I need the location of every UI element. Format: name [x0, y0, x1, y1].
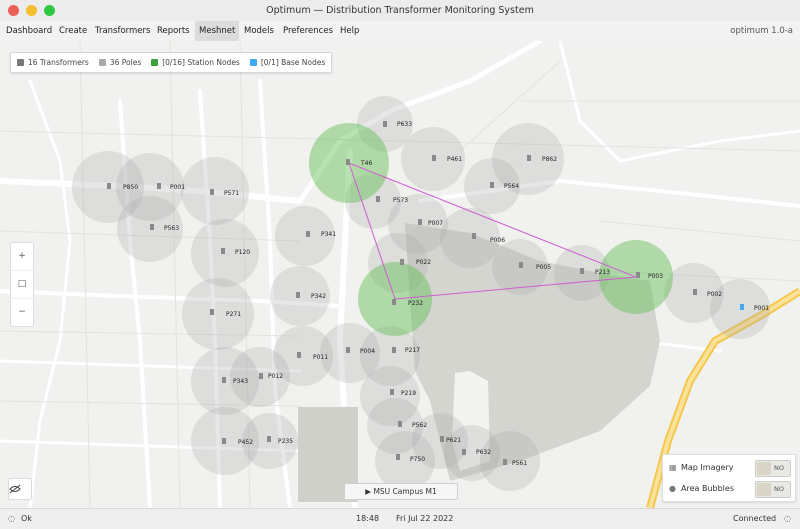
zoom-out-button[interactable]: −: [11, 299, 33, 326]
pole-label[interactable]: P750: [410, 456, 425, 463]
pole-label[interactable]: P563: [164, 225, 179, 232]
pole-label[interactable]: P219: [401, 390, 416, 397]
status-date: Fri Jul 22 2022: [396, 514, 454, 523]
hide-overlays-button[interactable]: [8, 478, 32, 500]
connection-status: Connected: [733, 514, 777, 523]
legend-poles-label: 36 Poles: [109, 58, 142, 67]
transformer-swatch-icon: [17, 59, 24, 66]
pole-label[interactable]: P004: [360, 348, 375, 355]
map-imagery-value: NO: [774, 464, 784, 472]
menu-create[interactable]: Create: [55, 21, 91, 41]
map-imagery-toggle[interactable]: NO: [755, 460, 791, 477]
menu-bar: Dashboard Create Transformers Reports Me…: [0, 21, 800, 42]
legend-station-nodes-label: [0/16] Station Nodes: [162, 58, 240, 67]
menu-meshnet[interactable]: Meshnet: [195, 21, 240, 41]
pole-label[interactable]: P005: [536, 264, 551, 271]
pole-label[interactable]: P232: [408, 300, 423, 307]
meshnet-map[interactable]: P633 T46 P461 P862 P564 P850 P001 P571 P…: [0, 41, 800, 508]
zoom-reset-button[interactable]: □: [11, 271, 33, 299]
pole-label[interactable]: P001: [754, 305, 769, 312]
pole-label[interactable]: P003: [648, 273, 663, 280]
pole-label[interactable]: T46: [361, 160, 372, 167]
pole-label[interactable]: P011: [313, 354, 328, 361]
layer-panel: ▦ Map Imagery NO ● Area Bubbles NO: [662, 454, 796, 502]
map-icon: ▦: [669, 463, 677, 472]
status-state: Ok: [21, 514, 32, 523]
version-label: optimum 1.0-a: [730, 26, 793, 36]
pole-label[interactable]: P006: [490, 237, 505, 244]
pole-label[interactable]: P452: [238, 439, 253, 446]
eye-off-icon: [9, 484, 21, 494]
menu-help[interactable]: Help: [336, 21, 363, 41]
menu-models[interactable]: Models: [240, 21, 278, 41]
pole-label[interactable]: P120: [235, 249, 250, 256]
legend-base-nodes[interactable]: [0/1] Base Nodes: [249, 58, 326, 67]
pole-label[interactable]: P007: [428, 220, 443, 227]
legend-station-nodes[interactable]: [0/16] Station Nodes: [151, 58, 240, 67]
menu-preferences[interactable]: Preferences: [279, 21, 337, 41]
window-title: Optimum — Distribution Transformer Monit…: [266, 5, 534, 16]
legend-transformers[interactable]: 16 Transformers: [17, 58, 89, 67]
pole-label[interactable]: P850: [123, 184, 138, 191]
play-icon: ▶: [365, 487, 372, 496]
pole-label[interactable]: P562: [412, 422, 427, 429]
base-node-swatch-icon: [249, 59, 257, 66]
status-time: 18:48: [356, 514, 380, 523]
menu-dashboard[interactable]: Dashboard: [2, 21, 56, 41]
map-canvas: [0, 41, 800, 508]
pole-label[interactable]: P341: [321, 231, 336, 238]
area-bubbles-row: ● Area Bubbles NO: [669, 479, 791, 499]
pole-label[interactable]: P621: [446, 437, 461, 444]
menu-reports[interactable]: Reports: [153, 21, 194, 41]
pole-label[interactable]: P561: [512, 460, 527, 467]
pole-label[interactable]: P217: [405, 347, 420, 354]
pole-label[interactable]: P862: [542, 156, 557, 163]
pole-label[interactable]: P213: [595, 269, 610, 276]
map-legend: 16 Transformers 36 Poles [0/16] Station …: [10, 52, 333, 73]
pole-label[interactable]: P633: [397, 121, 412, 128]
campus-button[interactable]: ▶ MSU Campus M1: [344, 483, 458, 500]
pole-label[interactable]: P342: [311, 293, 326, 300]
pole-label[interactable]: P461: [447, 156, 462, 163]
zoom-in-button[interactable]: +: [11, 243, 33, 271]
pole-label[interactable]: P012: [268, 373, 283, 380]
pole-label[interactable]: P022: [416, 259, 431, 266]
campus-label: MSU Campus M1: [373, 487, 437, 496]
legend-base-nodes-label: [0/1] Base Nodes: [260, 58, 326, 67]
connection-icon: ◌: [784, 514, 791, 523]
area-bubbles-label: Area Bubbles: [681, 484, 734, 493]
title-bar: Optimum — Distribution Transformer Monit…: [0, 0, 800, 22]
pole-swatch-icon: [98, 59, 106, 66]
pole-label[interactable]: P571: [224, 190, 239, 197]
pole-label[interactable]: P573: [393, 197, 408, 204]
pole-label[interactable]: P002: [707, 291, 722, 298]
zoom-controls: + □ −: [10, 242, 34, 327]
status-ok-icon: ◌: [8, 514, 15, 523]
legend-transformers-label: 16 Transformers: [28, 58, 89, 67]
status-bar: ◌ Ok 18:48 Fri Jul 22 2022 Connected ◌: [0, 508, 800, 529]
legend-poles[interactable]: 36 Poles: [98, 58, 142, 67]
pole-label[interactable]: P632: [476, 449, 491, 456]
pole-label[interactable]: P001: [170, 184, 185, 191]
pole-label[interactable]: P564: [504, 183, 519, 190]
menu-transformers[interactable]: Transformers: [91, 21, 154, 41]
map-imagery-row: ▦ Map Imagery NO: [669, 458, 791, 478]
pole-label[interactable]: P343: [233, 378, 248, 385]
station-node-swatch-icon: [151, 59, 159, 66]
bubble-icon: ●: [669, 484, 676, 493]
map-imagery-label: Map Imagery: [681, 463, 734, 472]
pole-label[interactable]: P271: [226, 311, 241, 318]
pole-label[interactable]: P235: [278, 438, 293, 445]
area-bubbles-toggle[interactable]: NO: [755, 481, 791, 498]
area-bubbles-value: NO: [774, 485, 784, 493]
